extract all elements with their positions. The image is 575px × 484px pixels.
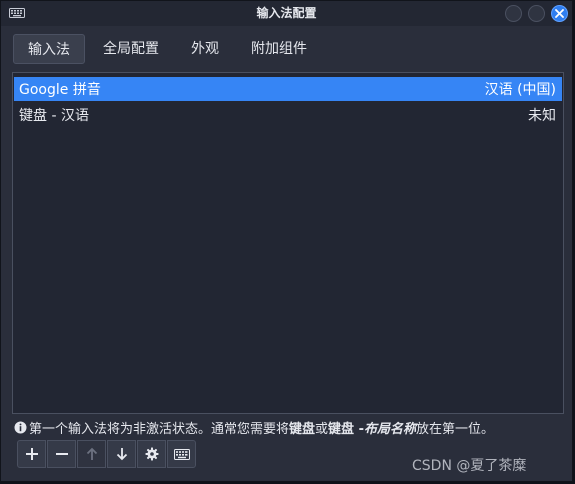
- info-text-suffix: 放在第一位。: [415, 421, 494, 437]
- add-icon: [25, 448, 38, 460]
- info-message: 第一个输入法将为非激活状态。通常您需要将 键盘或键盘 - 布局名称 放在第一位。: [14, 417, 574, 437]
- close-button[interactable]: [551, 5, 568, 22]
- info-text-prefix: 第一个输入法将为非激活状态。通常您需要将: [29, 421, 290, 437]
- configure-button[interactable]: [137, 440, 166, 468]
- close-icon: [555, 9, 564, 18]
- input-method-name: 键盘 - 汉语: [19, 108, 89, 124]
- input-method-language: 汉语 (中国): [484, 82, 556, 98]
- arrow-down-icon: [116, 448, 127, 461]
- fcitx-config-window: 输入法配置 输入法 全局配置 外观 附加组件 Google 拼音 汉语 (中国)…: [0, 0, 573, 482]
- move-down-button[interactable]: [107, 440, 136, 468]
- tab-input-method[interactable]: 输入法: [13, 34, 85, 64]
- tab-appearance[interactable]: 外观: [177, 34, 233, 64]
- input-method-name: Google 拼音: [19, 82, 101, 98]
- info-text-layout-name: 布局名称: [363, 421, 416, 437]
- window-title: 输入法配置: [256, 6, 317, 20]
- tab-bar: 输入法 全局配置 外观 附加组件: [13, 34, 325, 64]
- tab-addons[interactable]: 附加组件: [237, 34, 321, 64]
- info-text-keyboard: 键盘: [289, 421, 316, 437]
- keyboard-layout-button[interactable]: [167, 440, 196, 468]
- info-text-keyboard-dash: 键盘 -: [328, 421, 364, 437]
- tab-global-config[interactable]: 全局配置: [89, 34, 173, 64]
- remove-button[interactable]: [47, 440, 76, 468]
- watermark: CSDN @夏了茶糜: [412, 458, 527, 474]
- list-item[interactable]: Google 拼音 汉语 (中国): [14, 77, 562, 101]
- move-up-button[interactable]: [77, 440, 106, 468]
- minimize-button[interactable]: [505, 5, 522, 22]
- info-icon: [14, 421, 27, 433]
- list-toolbar: [17, 440, 197, 468]
- title-bar[interactable]: 输入法配置: [1, 1, 572, 26]
- input-method-language: 未知: [528, 108, 556, 124]
- remove-icon: [55, 453, 68, 455]
- arrow-up-icon: [86, 447, 97, 460]
- list-item[interactable]: 键盘 - 汉语 未知: [14, 103, 562, 127]
- info-text-or: 或: [315, 421, 329, 437]
- maximize-button[interactable]: [528, 5, 545, 22]
- keyboard-icon: [173, 448, 190, 460]
- input-method-list[interactable]: Google 拼音 汉语 (中国) 键盘 - 汉语 未知: [12, 72, 564, 414]
- gear-icon: [145, 447, 158, 461]
- add-button[interactable]: [17, 440, 46, 468]
